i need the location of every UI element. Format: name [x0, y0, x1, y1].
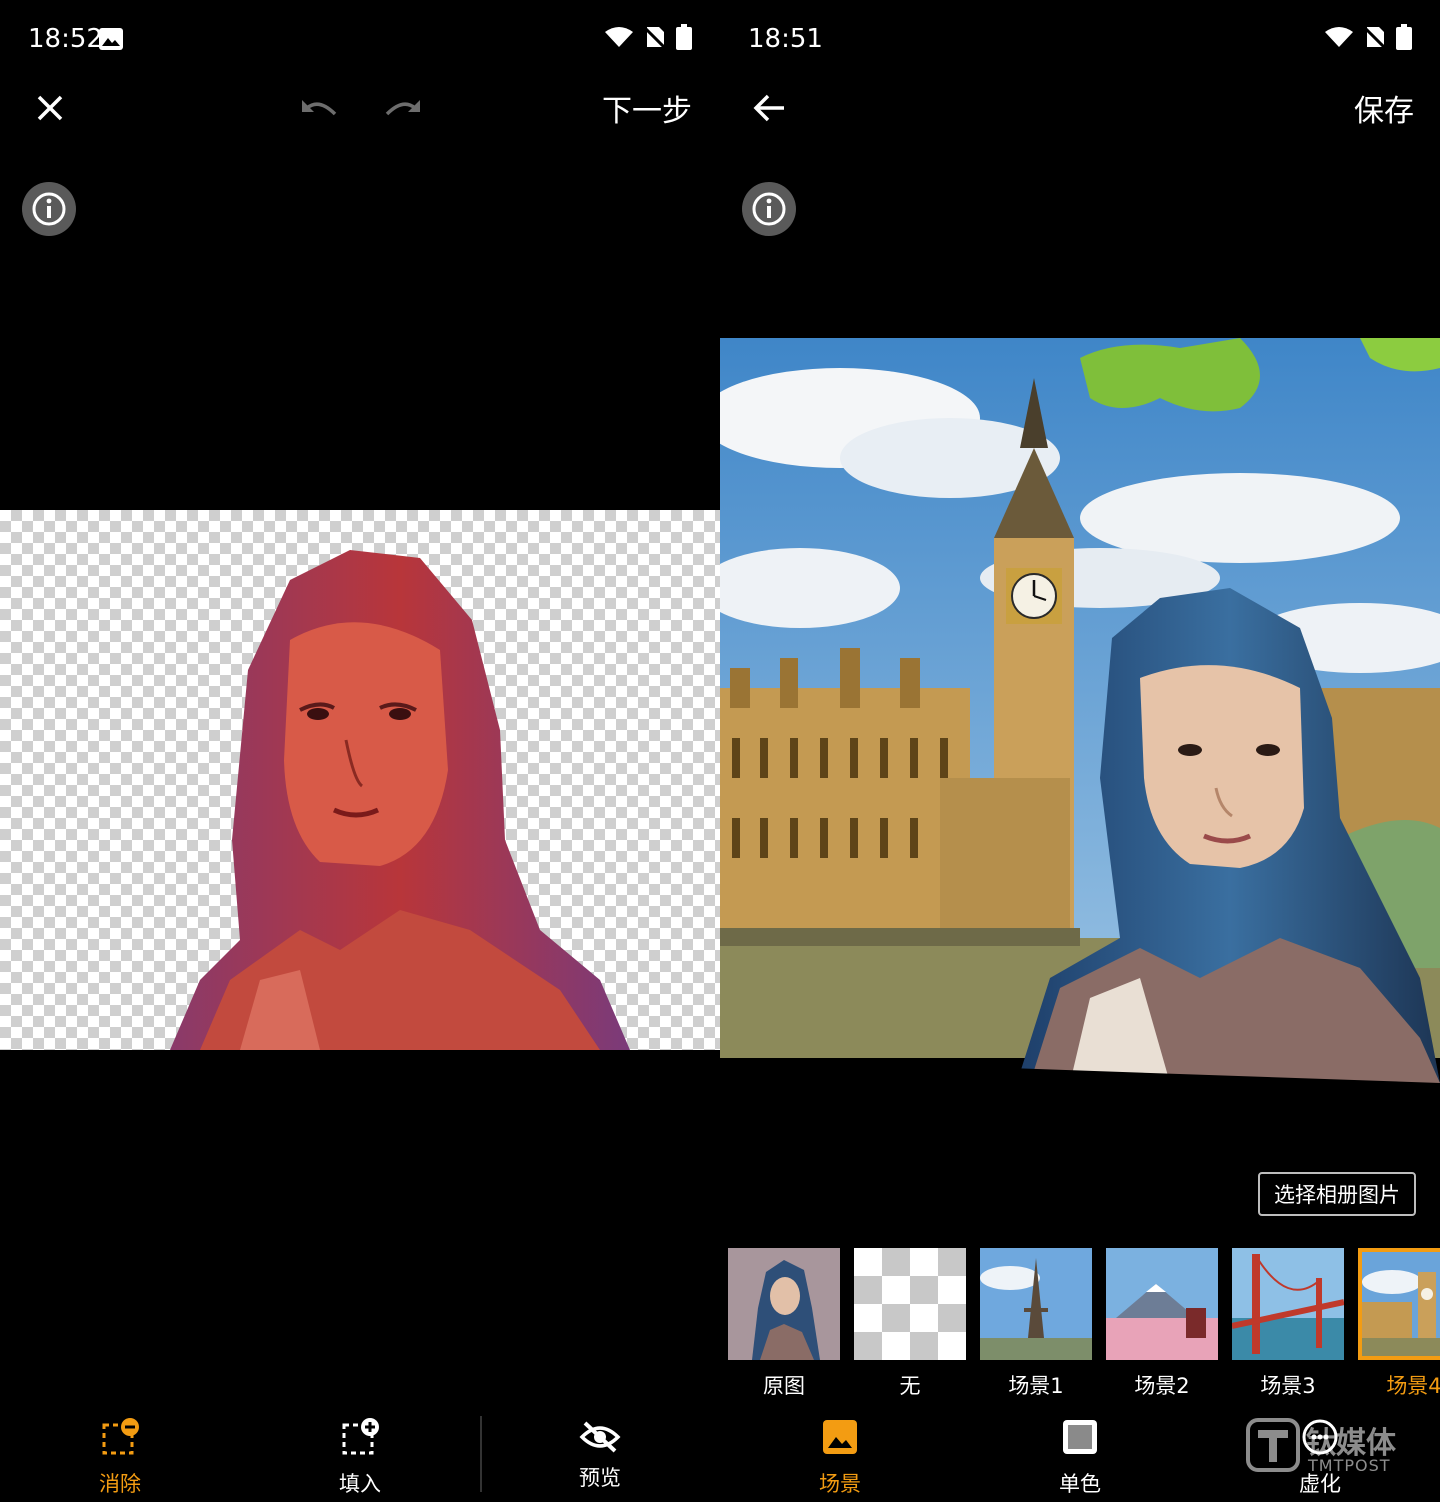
composite-image: [720, 338, 1440, 1083]
cutout-canvas[interactable]: [0, 510, 720, 1050]
scene-3-label: 场景3: [1260, 1374, 1316, 1398]
scene-1[interactable]: 场景1: [980, 1248, 1092, 1398]
wifi-icon: [1325, 27, 1353, 47]
redo-icon: [385, 100, 420, 116]
solid-color-icon: [1063, 1420, 1097, 1454]
tool-solid-color-label: 单色: [1059, 1472, 1101, 1496]
save-button[interactable]: 保存: [1354, 80, 1414, 136]
status-bar: 18:51: [720, 0, 1440, 80]
image-icon: [823, 1420, 857, 1454]
tool-solid-color[interactable]: 单色: [1020, 1414, 1140, 1498]
scene-4-label: 场景4: [1386, 1374, 1440, 1398]
add-selection-icon: [342, 1418, 379, 1455]
tmtpost-logo-icon: [1246, 1418, 1300, 1472]
redo-button[interactable]: [380, 80, 426, 136]
scene-1-thumb: [980, 1248, 1092, 1360]
tool-scene[interactable]: 场景: [780, 1414, 900, 1498]
choose-album-photo-button[interactable]: 选择相册图片: [1258, 1172, 1416, 1216]
no-sim-icon: [1364, 26, 1386, 49]
scene-2-label: 场景2: [1134, 1374, 1190, 1398]
composite-canvas[interactable]: [720, 338, 1440, 1083]
status-icons: [604, 24, 692, 50]
tool-erase-label: 消除: [99, 1472, 141, 1496]
scene-2-thumb: [1106, 1248, 1218, 1360]
info-button[interactable]: [22, 182, 76, 236]
scene-thumbnails: 原图 无 场景1 场景2 场景3 场景4: [728, 1248, 1440, 1398]
status-time: 18:51: [748, 24, 823, 54]
tool-preview-label: 预览: [579, 1466, 621, 1490]
undo-icon: [302, 100, 337, 116]
scene-original[interactable]: 原图: [728, 1248, 840, 1398]
top-toolbar: 保存: [720, 80, 1440, 136]
edit-cutout-screen: 18:52 下一步 消除 填入 预览: [0, 0, 720, 1502]
scene-original-thumb: [728, 1248, 840, 1360]
tool-erase[interactable]: 消除: [60, 1414, 180, 1498]
tool-fill-label: 填入: [339, 1472, 381, 1496]
info-icon: [752, 192, 786, 226]
status-bar: 18:52: [0, 0, 720, 80]
wifi-icon: [605, 27, 633, 47]
tool-fill[interactable]: 填入: [300, 1414, 420, 1498]
no-sim-icon: [644, 26, 666, 49]
scene-4[interactable]: 场景4: [1358, 1248, 1440, 1398]
gallery-notification-icon: [99, 28, 123, 50]
eye-off-icon: [579, 1421, 621, 1453]
scene-3-thumb: [1232, 1248, 1344, 1360]
watermark-sub: TMTPOST: [1308, 1456, 1391, 1475]
info-icon: [32, 192, 66, 226]
selected-person-mask: [170, 550, 630, 1050]
scene-3[interactable]: 场景3: [1232, 1248, 1344, 1398]
next-step-label: 下一步: [602, 94, 692, 129]
transparent-thumb: [854, 1248, 966, 1360]
close-icon: [37, 95, 63, 121]
battery-icon: [676, 24, 692, 50]
toolbar-divider: [480, 1416, 482, 1492]
tool-preview[interactable]: 预览: [540, 1414, 660, 1492]
status-time: 18:52: [28, 24, 103, 54]
erase-selection-icon: [102, 1418, 139, 1455]
scene-4-thumb: [1362, 1252, 1440, 1356]
scene-original-label: 原图: [763, 1374, 805, 1398]
next-step-button[interactable]: 下一步: [602, 80, 692, 136]
scene-none[interactable]: 无: [854, 1248, 966, 1398]
tmtpost-watermark: 钛媒体 TMTPOST: [1246, 1418, 1416, 1478]
save-label: 保存: [1354, 94, 1414, 129]
back-arrow-icon: [753, 94, 784, 122]
undo-button[interactable]: [296, 80, 342, 136]
info-button[interactable]: [742, 182, 796, 236]
close-button[interactable]: [22, 80, 78, 136]
scene-2[interactable]: 场景2: [1106, 1248, 1218, 1398]
scene-1-label: 场景1: [1008, 1374, 1064, 1398]
back-button[interactable]: [744, 80, 794, 136]
battery-icon: [1396, 24, 1412, 50]
scene-none-label: 无: [899, 1374, 921, 1398]
tool-scene-label: 场景: [819, 1472, 861, 1496]
background-replace-screen: 18:51 保存 选择相册图片 原图 无 场景1 场景2 场景3 场景4 场景 …: [720, 0, 1440, 1502]
status-icons: [1324, 24, 1412, 50]
top-toolbar: 下一步: [0, 80, 720, 136]
